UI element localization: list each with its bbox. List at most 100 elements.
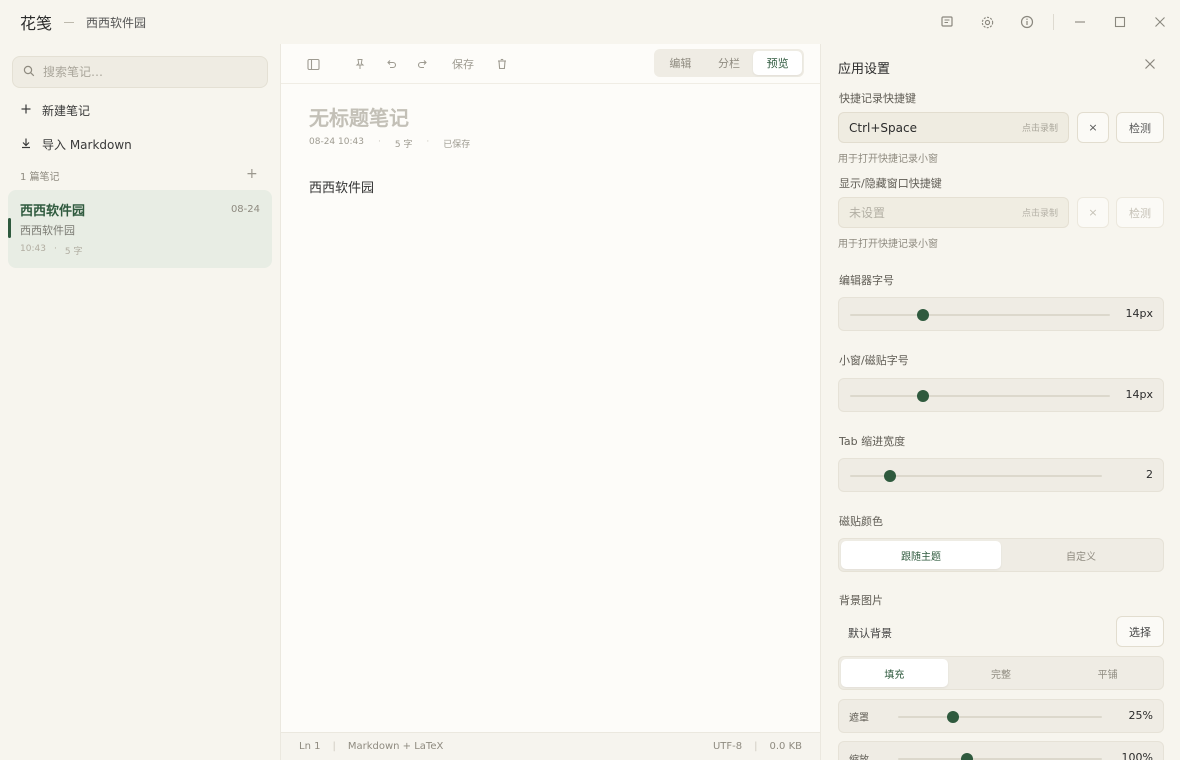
settings-title: 应用设置 [838, 62, 891, 77]
toggle-hotkey-label: 显示/隐藏窗口快捷键 [839, 177, 942, 190]
window-actions [927, 0, 1180, 44]
gear-icon[interactable] [967, 0, 1007, 44]
toggle-hotkey-value: 未设置 [849, 206, 886, 220]
note-date: 08-24 [230, 204, 260, 215]
status-separator: | [332, 741, 336, 752]
tab-width-value: 2 [1146, 468, 1153, 481]
zoom-slider[interactable]: 缩放 100% [838, 741, 1164, 760]
background-row: 默认背景 选择 [838, 616, 1164, 648]
background-fit-contain[interactable]: 完整 [948, 659, 1055, 687]
quick-hotkey-clear-button[interactable]: × [1077, 112, 1109, 143]
slider-thumb[interactable] [916, 390, 929, 402]
editor-font-value: 14px [1125, 307, 1154, 320]
info-icon[interactable] [1007, 0, 1047, 44]
title-separator [64, 21, 75, 23]
slider-track [850, 314, 1110, 316]
meta-dot: · [377, 137, 381, 147]
document-datetime: 08-24 10:43 [309, 137, 364, 147]
status-right: UTF-8 | 0.0 KB [713, 741, 802, 752]
background-name: 默认背景 [848, 627, 892, 640]
pin-icon[interactable] [354, 54, 366, 74]
note-title-input[interactable]: 无标题笔记 [309, 102, 409, 131]
sticky-color-selector: 跟随主题 自定义 [838, 538, 1164, 572]
background-label: 背景图片 [839, 594, 883, 607]
sticky-color-follow-theme[interactable]: 跟随主题 [841, 541, 1001, 569]
editor-font-slider[interactable]: 14px [838, 297, 1164, 331]
slider-thumb[interactable] [961, 753, 974, 760]
toggle-hotkey-detect-button[interactable]: 检测 [1116, 197, 1164, 228]
current-document-name: 西西软件园 [86, 15, 147, 30]
settings-panel: 应用设置 快捷记录快捷键 Ctrl+Space 点击录制 × 检测 用于打开快捷… [822, 44, 1180, 760]
note-meta: 10:43 · 5 字 [20, 244, 82, 257]
notes-count: 1 篇笔记 [20, 172, 60, 183]
sidebar: 新建笔记 导入 Markdown 1 篇笔记 + 西西软件园 08-24 西西软… [0, 44, 280, 760]
tab-width-label: Tab 缩进宽度 [839, 435, 906, 448]
tab-edit[interactable]: 编辑 [656, 51, 705, 75]
tab-width-slider[interactable]: 2 [838, 458, 1164, 492]
editor-content[interactable]: 西西软件园 [309, 177, 374, 196]
close-window-icon[interactable] [1140, 0, 1180, 44]
quick-hotkey-detect-button[interactable]: 检测 [1116, 112, 1164, 143]
quick-hotkey-field[interactable]: Ctrl+Space 点击录制 [838, 112, 1069, 143]
sticky-color-label: 磁贴颜色 [839, 515, 883, 528]
sidebar-toggle-icon[interactable] [307, 54, 320, 74]
close-icon[interactable] [1144, 58, 1156, 73]
add-note-icon[interactable]: + [246, 166, 258, 182]
note-preview: 西西软件园 [20, 224, 75, 237]
save-button[interactable]: 保存 [452, 54, 474, 74]
quick-hotkey-label: 快捷记录快捷键 [839, 92, 916, 105]
quick-hotkey-record-hint: 点击录制 [1021, 124, 1058, 134]
search-input[interactable] [43, 65, 243, 79]
selected-indicator [8, 218, 11, 238]
editor-pane: 保存 编辑 分栏 预览 无标题笔记 08-24 10:43 · 5 字 · 已保… [280, 44, 821, 760]
sticky-font-label: 小窗/磁贴字号 [839, 354, 909, 367]
feedback-icon[interactable] [927, 0, 967, 44]
import-markdown-button[interactable]: 导入 Markdown [20, 134, 132, 154]
document-meta: 08-24 10:43 · 5 字 · 已保存 [309, 137, 470, 150]
note-title: 西西软件园 [20, 204, 86, 219]
background-fit-selector: 填充 完整 平铺 [838, 656, 1164, 690]
download-icon [20, 137, 32, 152]
new-note-label: 新建笔记 [42, 103, 91, 118]
editor-mode: Markdown + LaTeX [347, 741, 444, 752]
sticky-font-value: 14px [1125, 388, 1154, 401]
import-markdown-label: 导入 Markdown [42, 137, 132, 152]
background-fit-tile[interactable]: 平铺 [1054, 659, 1161, 687]
file-encoding: UTF-8 [712, 741, 743, 752]
save-status: 已保存 [443, 140, 471, 150]
zoom-value: 100% [1121, 751, 1153, 760]
maximize-icon[interactable] [1100, 0, 1140, 44]
tab-split[interactable]: 分栏 [705, 51, 754, 75]
tab-preview[interactable]: 预览 [753, 51, 803, 75]
status-bar: Ln 1 | Markdown + LaTeX UTF-8 | 0.0 KB [281, 732, 820, 760]
note-words: 5 字 [64, 247, 83, 257]
slider-thumb[interactable] [916, 309, 929, 321]
slider-track [898, 716, 1102, 718]
file-size: 0.0 KB [769, 741, 803, 752]
new-note-button[interactable]: 新建笔记 [20, 100, 90, 120]
toggle-hotkey-clear-button[interactable]: × [1077, 197, 1109, 228]
background-fit-fill[interactable]: 填充 [841, 659, 948, 687]
mask-label: 遮罩 [849, 713, 869, 724]
editor-font-label: 编辑器字号 [839, 274, 894, 287]
mask-value: 25% [1128, 709, 1153, 722]
undo-icon[interactable] [385, 54, 397, 74]
toggle-hotkey-field[interactable]: 未设置 点击录制 [838, 197, 1069, 228]
note-time: 10:43 [20, 244, 46, 254]
redo-icon[interactable] [417, 54, 429, 74]
sticky-font-slider[interactable]: 14px [838, 378, 1164, 412]
quick-hotkey-help: 用于打开快捷记录小窗 [838, 154, 938, 165]
minimize-icon[interactable] [1060, 0, 1100, 44]
trash-icon[interactable] [496, 54, 508, 74]
mask-slider[interactable]: 遮罩 25% [838, 699, 1164, 733]
search-icon [23, 65, 35, 80]
sticky-color-custom[interactable]: 自定义 [1001, 541, 1161, 569]
slider-thumb[interactable] [947, 711, 960, 723]
choose-background-button[interactable]: 选择 [1116, 616, 1164, 647]
slider-thumb[interactable] [884, 470, 897, 482]
list-item[interactable]: 西西软件园 08-24 西西软件园 10:43 · 5 字 [8, 190, 272, 268]
document-word-count: 5 字 [394, 140, 413, 150]
search-box[interactable] [12, 56, 268, 88]
window-actions-divider [1053, 14, 1054, 30]
note-meta-dot: · [53, 244, 57, 254]
